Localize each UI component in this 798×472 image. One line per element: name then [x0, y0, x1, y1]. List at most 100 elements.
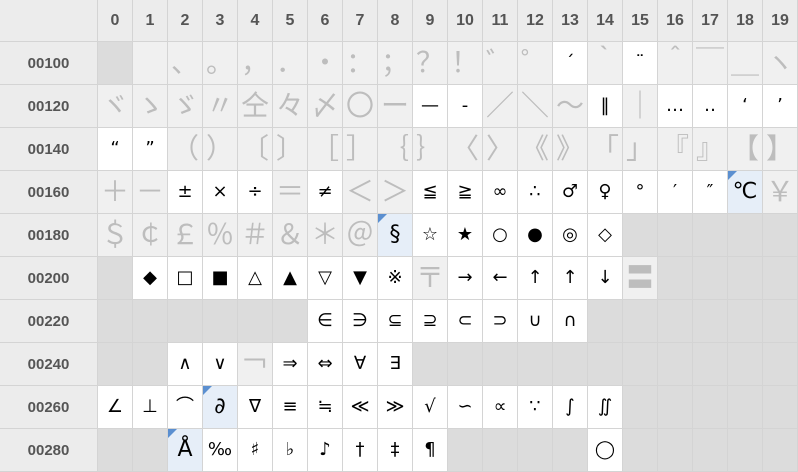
glyph-cell[interactable]: ‖	[588, 85, 623, 128]
glyph-cell[interactable]: ▲	[273, 257, 308, 300]
glyph-cell[interactable]: △	[238, 257, 273, 300]
glyph-cell[interactable]: ⊃	[483, 300, 518, 343]
glyph-cell[interactable]: ：	[343, 42, 378, 85]
glyph-cell[interactable]: ￢	[238, 343, 273, 386]
glyph-cell[interactable]: ￥	[763, 171, 798, 214]
glyph-cell[interactable]: ’	[763, 85, 798, 128]
glyph-cell[interactable]: ヾ	[98, 85, 133, 128]
glyph-cell[interactable]: 》	[553, 128, 588, 171]
glyph-cell[interactable]: ∠	[98, 386, 133, 429]
glyph-cell[interactable]: 』	[693, 128, 728, 171]
glyph-cell[interactable]: ◎	[553, 214, 588, 257]
glyph-cell[interactable]: ゜	[518, 42, 553, 85]
glyph-cell[interactable]: ¨	[623, 42, 658, 85]
glyph-cell[interactable]: ☆	[413, 214, 448, 257]
glyph-cell[interactable]: ◯	[588, 429, 623, 472]
glyph-cell[interactable]: ∀	[343, 343, 378, 386]
glyph-cell[interactable]: ＿	[728, 42, 763, 85]
glyph-cell[interactable]: ｀	[588, 42, 623, 85]
glyph-cell[interactable]: ※	[378, 257, 413, 300]
glyph-cell[interactable]: 〔	[238, 128, 273, 171]
glyph-cell[interactable]: ∃	[378, 343, 413, 386]
glyph-cell[interactable]: 〆	[308, 85, 343, 128]
glyph-cell[interactable]: ）	[203, 128, 238, 171]
glyph-cell[interactable]: ・	[308, 42, 343, 85]
glyph-cell[interactable]: ∵	[518, 386, 553, 429]
glyph-cell[interactable]: 〉	[483, 128, 518, 171]
glyph-cell[interactable]: ×	[203, 171, 238, 214]
glyph-cell[interactable]: 「	[588, 128, 623, 171]
glyph-cell[interactable]: ％	[203, 214, 238, 257]
glyph-cell[interactable]: 〈	[448, 128, 483, 171]
glyph-cell[interactable]: ∨	[203, 343, 238, 386]
glyph-cell[interactable]: ●	[518, 214, 553, 257]
glyph-cell[interactable]: 〕	[273, 128, 308, 171]
glyph-cell[interactable]: ▽	[308, 257, 343, 300]
glyph-cell[interactable]: ＋	[98, 171, 133, 214]
glyph-cell[interactable]: ◆	[133, 257, 168, 300]
glyph-cell[interactable]: —	[413, 85, 448, 128]
glyph-cell[interactable]: ／	[483, 85, 518, 128]
glyph-cell[interactable]: ♂	[553, 171, 588, 214]
glyph-cell[interactable]: ″	[693, 171, 728, 214]
glyph-cell[interactable]: 】	[763, 128, 798, 171]
glyph-cell[interactable]: 仝	[238, 85, 273, 128]
glyph-cell[interactable]: －	[133, 171, 168, 214]
glyph-cell[interactable]: ‥	[693, 85, 728, 128]
glyph-cell[interactable]: ♪	[308, 429, 343, 472]
glyph-cell[interactable]: 【	[728, 128, 763, 171]
glyph-cell[interactable]: ♀	[588, 171, 623, 214]
glyph-cell[interactable]: 『	[658, 128, 693, 171]
glyph-cell[interactable]: ■	[203, 257, 238, 300]
glyph-cell[interactable]: ★	[448, 214, 483, 257]
glyph-cell[interactable]: ⌒	[168, 386, 203, 429]
glyph-cell[interactable]: ≒	[308, 386, 343, 429]
glyph-cell-selected[interactable]: ℃	[728, 171, 763, 214]
glyph-cell[interactable]: †	[343, 429, 378, 472]
glyph-cell[interactable]: ～	[553, 85, 588, 128]
glyph-cell[interactable]: ∧	[168, 343, 203, 386]
glyph-cell[interactable]: ？	[413, 42, 448, 85]
glyph-cell[interactable]: ｛	[378, 128, 413, 171]
glyph-cell[interactable]: ‐	[448, 85, 483, 128]
glyph-cell[interactable]: ≫	[378, 386, 413, 429]
glyph-cell[interactable]: °	[623, 171, 658, 214]
glyph-cell[interactable]: ⊇	[413, 300, 448, 343]
glyph-cell[interactable]: 。	[203, 42, 238, 85]
glyph-cell-selected[interactable]: §	[378, 214, 413, 257]
glyph-cell[interactable]: ←	[483, 257, 518, 300]
glyph-cell[interactable]	[133, 42, 168, 85]
glyph-cell-selected[interactable]: Å	[168, 429, 203, 472]
glyph-cell[interactable]: 〒	[413, 257, 448, 300]
glyph-cell[interactable]: ＾	[658, 42, 693, 85]
glyph-cell[interactable]: ↑	[518, 257, 553, 300]
glyph-cell[interactable]: ⇔	[308, 343, 343, 386]
glyph-cell[interactable]: ∫	[553, 386, 588, 429]
glyph-cell[interactable]: ゝ	[133, 85, 168, 128]
glyph-cell[interactable]: ∞	[483, 171, 518, 214]
glyph-cell[interactable]: ∋	[343, 300, 378, 343]
glyph-cell[interactable]: ⊆	[378, 300, 413, 343]
glyph-cell[interactable]: 」	[623, 128, 658, 171]
glyph-cell[interactable]: ♭	[273, 429, 308, 472]
glyph-cell[interactable]: ｜	[623, 85, 658, 128]
glyph-cell[interactable]: ．	[273, 42, 308, 85]
glyph-cell[interactable]: 、	[168, 42, 203, 85]
glyph-cell[interactable]: ‡	[378, 429, 413, 472]
glyph-cell[interactable]: ，	[238, 42, 273, 85]
glyph-cell[interactable]: →	[448, 257, 483, 300]
glyph-cell[interactable]: ↑	[553, 257, 588, 300]
glyph-cell[interactable]: ＊	[308, 214, 343, 257]
glyph-cell[interactable]: ゞ	[168, 85, 203, 128]
glyph-cell[interactable]: ＃	[238, 214, 273, 257]
glyph-cell[interactable]: ￠	[133, 214, 168, 257]
glyph-cell[interactable]: ≦	[413, 171, 448, 214]
glyph-cell[interactable]: ÷	[238, 171, 273, 214]
glyph-cell[interactable]: （	[168, 128, 203, 171]
glyph-cell[interactable]: ｝	[413, 128, 448, 171]
glyph-cell[interactable]: ー	[378, 85, 413, 128]
glyph-cell[interactable]: ∬	[588, 386, 623, 429]
glyph-cell[interactable]: ＄	[98, 214, 133, 257]
glyph-cell[interactable]: ↓	[588, 257, 623, 300]
glyph-cell[interactable]: ＠	[343, 214, 378, 257]
